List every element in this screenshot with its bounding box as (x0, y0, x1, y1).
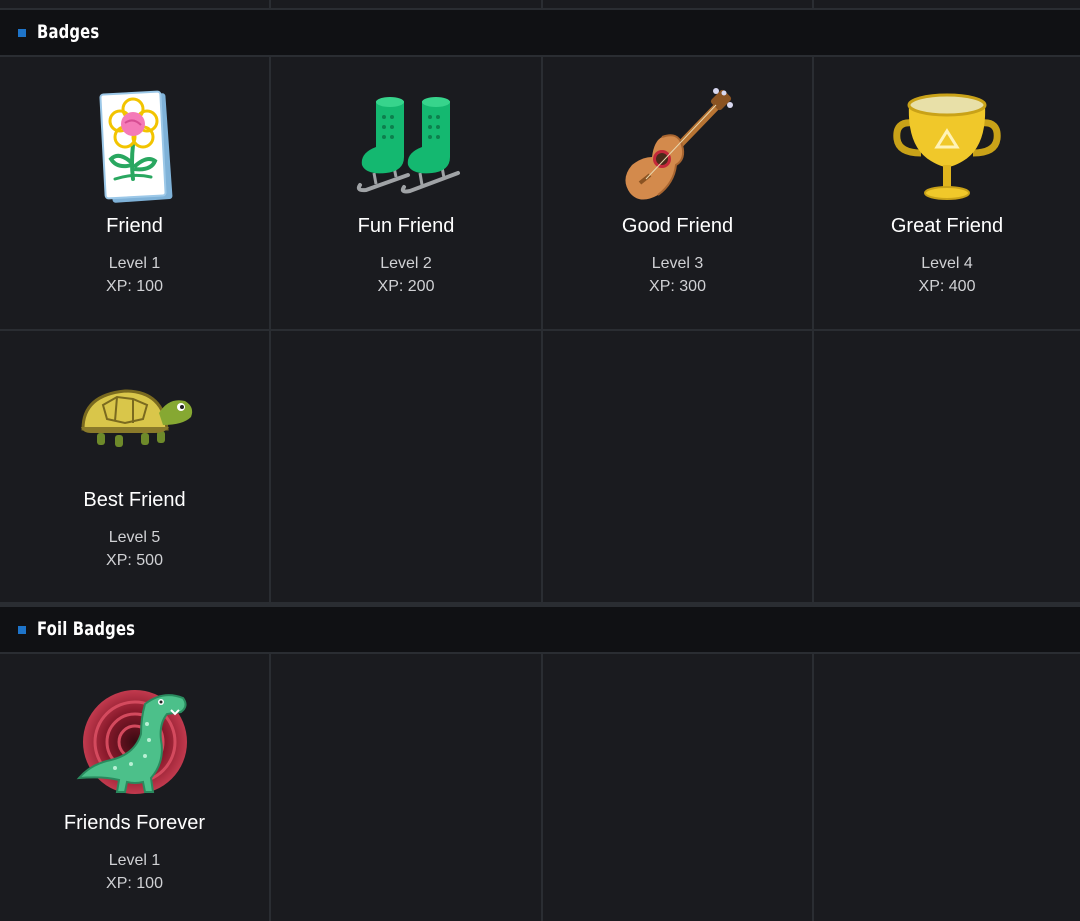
badge-card-best-friend[interactable]: Best Friend Level 5 XP: 500 (0, 331, 269, 602)
badge-xp: XP: 100 (106, 875, 163, 892)
badge-level: Level 1 (108, 255, 161, 272)
dinosaur-icon (75, 684, 195, 804)
previous-cell (814, 0, 1080, 8)
badge-xp: XP: 200 (377, 278, 435, 295)
guitar-icon (618, 87, 738, 207)
previous-cell (543, 0, 812, 8)
empty-cell (271, 331, 541, 602)
turtle-icon (75, 361, 195, 481)
badge-level: Level 1 (108, 852, 161, 869)
foil-badges-section-header: Foil Badges (0, 607, 1080, 652)
badge-xp: XP: 400 (918, 278, 976, 295)
badge-xp: XP: 300 (649, 278, 706, 295)
badges-section-header: Badges (0, 10, 1080, 55)
section-title: Badges (37, 21, 100, 43)
badge-card-friend[interactable]: Friend Level 1 XP: 100 (0, 57, 269, 329)
badge-level: Level 5 (108, 529, 161, 546)
empty-cell (814, 331, 1080, 602)
badge-card-great-friend[interactable]: Great Friend Level 4 XP: 400 (814, 57, 1080, 329)
previous-cell (271, 0, 541, 8)
empty-cell (814, 654, 1080, 921)
badge-level: Level 3 (651, 255, 704, 272)
flower-card-icon (75, 87, 195, 207)
empty-cell (271, 654, 541, 921)
badge-xp: XP: 500 (106, 552, 163, 569)
badge-card-friends-forever[interactable]: Friends Forever Level 1 XP: 100 (0, 654, 269, 921)
section-marker-icon (18, 626, 26, 634)
empty-cell (543, 331, 812, 602)
ice-skates-icon (346, 87, 466, 207)
badge-name: Friends Forever (63, 812, 206, 834)
section-marker-icon (18, 29, 26, 37)
badge-name: Fun Friend (357, 215, 455, 237)
previous-cell (0, 0, 269, 8)
previous-row-strip (0, 0, 1080, 8)
badge-name: Friend (106, 215, 163, 237)
badge-level: Level 2 (380, 255, 432, 272)
badge-name: Good Friend (621, 215, 734, 237)
badge-level: Level 4 (921, 255, 973, 272)
trophy-icon (887, 87, 1007, 207)
empty-cell (543, 654, 812, 921)
badge-card-fun-friend[interactable]: Fun Friend Level 2 XP: 200 (271, 57, 541, 329)
badge-name: Great Friend (890, 215, 1004, 237)
badge-xp: XP: 100 (106, 278, 163, 295)
section-title: Foil Badges (37, 618, 136, 640)
badge-card-good-friend[interactable]: Good Friend Level 3 XP: 300 (543, 57, 812, 329)
badge-name: Best Friend (83, 489, 186, 511)
